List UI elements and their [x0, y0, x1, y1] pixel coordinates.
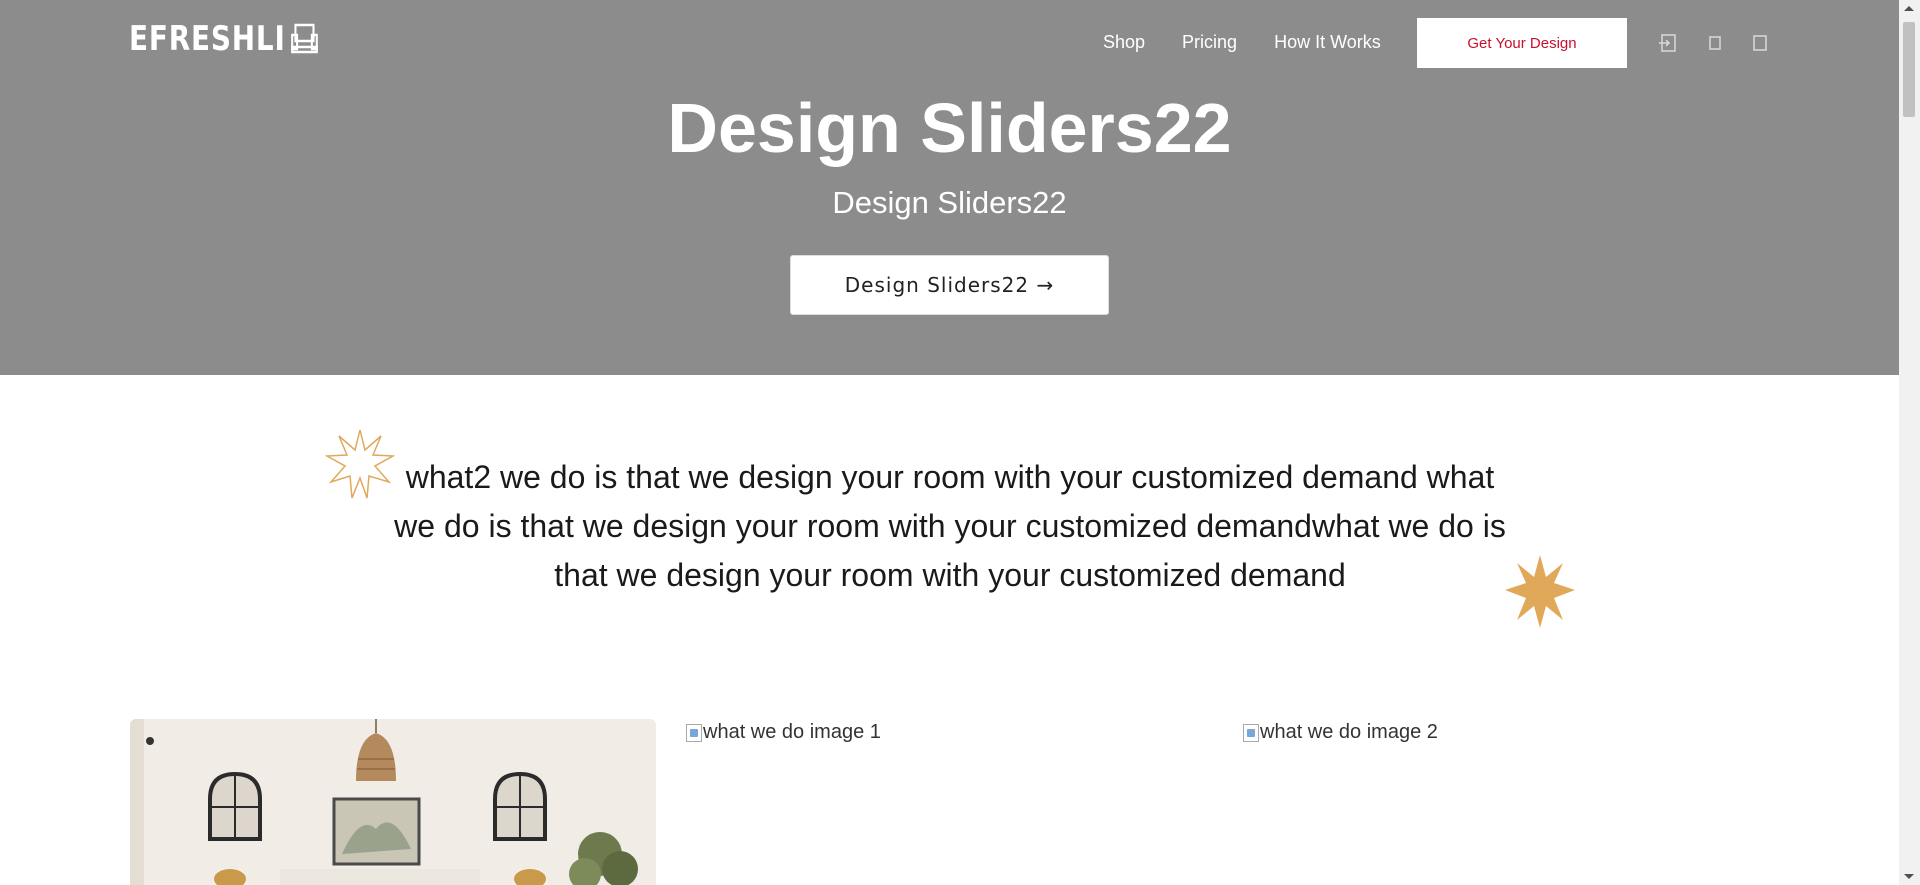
what-we-do-image-1: what we do image 1	[686, 721, 881, 744]
broken-image-icon	[686, 723, 702, 742]
what-we-do-image-2: what we do image 2	[1243, 721, 1438, 744]
account-icon[interactable]	[1750, 32, 1770, 54]
living-room-photo	[130, 719, 656, 885]
logo[interactable]: EFRESHLI	[129, 19, 319, 59]
nav-pricing[interactable]: Pricing	[1182, 30, 1237, 55]
login-icon[interactable]	[1658, 32, 1678, 54]
get-your-design-button[interactable]: Get Your Design	[1417, 18, 1627, 68]
logo-text: EFRESHLI	[129, 19, 286, 59]
cart-icon[interactable]	[1705, 32, 1725, 54]
nav-how-it-works[interactable]: How It Works	[1274, 30, 1381, 55]
star-filled-icon	[1505, 555, 1575, 628]
nav-shop[interactable]: Shop	[1103, 30, 1145, 55]
image-2-alt-text: what we do image 2	[1260, 721, 1438, 743]
broken-image-icon	[1243, 723, 1259, 742]
hero-subtitle: Design Sliders22	[832, 185, 1067, 220]
scroll-up-arrow-icon[interactable]	[1904, 6, 1914, 11]
hero-cta-button[interactable]: Design Sliders22 →	[790, 255, 1109, 315]
what-we-do-text: what2 we do is that we design your room …	[394, 459, 1506, 593]
hero-title: Design Sliders22	[667, 89, 1232, 167]
image-1-alt-text: what we do image 1	[703, 721, 881, 743]
scrollbar-thumb[interactable]	[1903, 22, 1915, 117]
armchair-logo-icon	[291, 23, 318, 54]
main-nav: Shop Pricing How It Works	[1103, 30, 1381, 55]
scroll-down-arrow-icon[interactable]	[1904, 874, 1914, 879]
star-outline-icon	[325, 429, 395, 499]
vertical-scrollbar[interactable]	[1899, 0, 1920, 885]
hero-section: EFRESHLI Shop Pricing How It Works Get Y…	[0, 0, 1899, 375]
